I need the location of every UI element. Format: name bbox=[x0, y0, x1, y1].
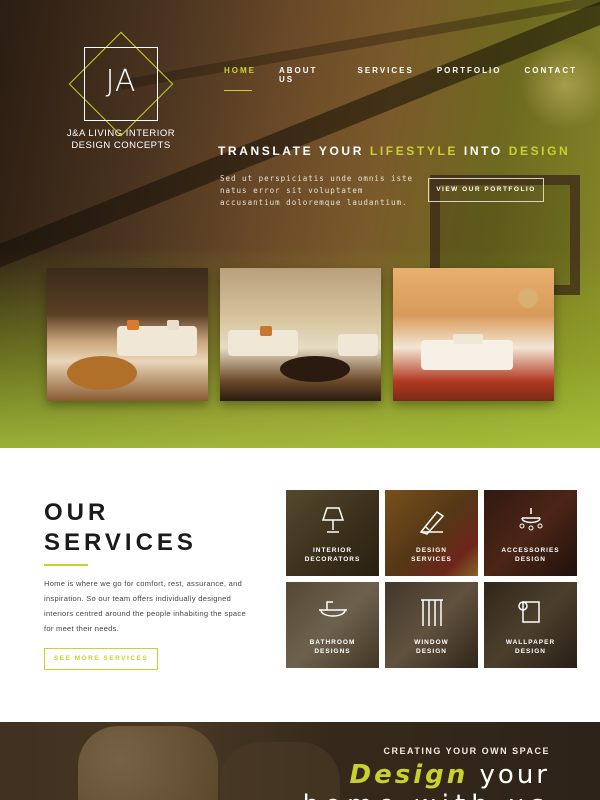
wall-mirror-shape bbox=[518, 288, 538, 308]
hero-section: JA J&A LIVING INTERIOR DESIGN CONCEPTS H… bbox=[0, 0, 600, 448]
pillow-shape bbox=[453, 334, 483, 344]
nav-contact[interactable]: CONTACT bbox=[524, 66, 577, 91]
service-tile-interior-decorators[interactable]: INTERIOR DECORATORS bbox=[286, 490, 379, 576]
view-portfolio-button[interactable]: VIEW OUR PORTFOLIO bbox=[428, 178, 544, 202]
bed-shape bbox=[421, 340, 513, 370]
sofa-shape bbox=[117, 326, 197, 356]
rug-shape bbox=[280, 356, 350, 382]
pillow-shape bbox=[167, 320, 179, 330]
tile-label: WALLPAPER DESIGN bbox=[484, 638, 577, 656]
design-banner: CREATING YOUR OWN SPACE Design your home… bbox=[0, 722, 600, 800]
services-title-line1: OUR bbox=[44, 499, 110, 526]
window-curtain-icon bbox=[385, 598, 478, 633]
service-tile-accessories-design[interactable]: ACCESSORIES DESIGN bbox=[484, 490, 577, 576]
tile-label-line2: DECORATORS bbox=[304, 556, 361, 563]
see-more-services-button[interactable]: SEE MORE SERVICES bbox=[44, 648, 158, 670]
banner-headline-highlight: Design bbox=[349, 760, 469, 790]
services-section: OUR SERVICES Home is where we go for com… bbox=[0, 448, 600, 722]
tile-label: BATHROOM DESIGNS bbox=[286, 638, 379, 656]
drafting-tools-icon bbox=[385, 506, 478, 541]
service-tile-bathroom-designs[interactable]: BATHROOM DESIGNS bbox=[286, 582, 379, 668]
lamp-icon bbox=[286, 506, 379, 539]
pillow-shape bbox=[127, 320, 139, 330]
services-title: OUR SERVICES bbox=[44, 498, 197, 558]
service-tile-window-design[interactable]: WINDOW DESIGN bbox=[385, 582, 478, 668]
tile-label-line1: WALLPAPER bbox=[505, 639, 556, 646]
logo-mark: JA bbox=[68, 31, 174, 137]
pillow-shape bbox=[260, 326, 272, 336]
tagline-highlight-design: DESIGN bbox=[508, 144, 571, 158]
nav-portfolio[interactable]: PORTFOLIO bbox=[437, 66, 502, 91]
tile-label: ACCESSORIES DESIGN bbox=[484, 546, 577, 564]
portfolio-thumb-lounge[interactable] bbox=[220, 268, 381, 401]
tile-label-line1: INTERIOR bbox=[312, 547, 353, 554]
logo-letters: JA bbox=[105, 64, 137, 99]
coffee-table-shape bbox=[67, 356, 137, 390]
tile-label-line1: ACCESSORIES bbox=[501, 547, 560, 554]
logo-name-line2: DESIGN CONCEPTS bbox=[71, 140, 171, 151]
services-description: Home is where we go for comfort, rest, a… bbox=[44, 579, 246, 633]
nav-home[interactable]: HOME bbox=[224, 66, 256, 91]
service-tile-wallpaper-design[interactable]: WALLPAPER DESIGN bbox=[484, 582, 577, 668]
tile-label: WINDOW DESIGN bbox=[385, 638, 478, 656]
tile-label-line1: WINDOW bbox=[414, 639, 449, 646]
portfolio-thumb-living-room[interactable] bbox=[47, 268, 208, 401]
tile-label-line2: DESIGNS bbox=[314, 648, 351, 655]
tile-label-line2: DESIGN bbox=[515, 556, 546, 563]
nav-about-us[interactable]: ABOUT US bbox=[279, 66, 335, 91]
banner-subtitle: CREATING YOUR OWN SPACE bbox=[383, 746, 550, 756]
title-accent-line bbox=[44, 564, 88, 566]
tile-label-line1: DESIGN bbox=[416, 547, 447, 554]
tagline-part1: TRANSLATE YOUR bbox=[218, 144, 370, 158]
chair-shape bbox=[338, 334, 378, 356]
services-title-line2: SERVICES bbox=[44, 529, 197, 556]
main-nav: HOME ABOUT US SERVICES PORTFOLIO CONTACT bbox=[224, 66, 600, 91]
chandelier-icon bbox=[484, 506, 577, 541]
nav-services[interactable]: SERVICES bbox=[358, 66, 414, 91]
hero-tagline: TRANSLATE YOUR LIFESTYLE INTO DESIGN bbox=[218, 144, 570, 158]
hero-description: Sed ut perspiciatis unde omnis iste natu… bbox=[220, 174, 414, 207]
tile-label-line2: DESIGN bbox=[515, 648, 546, 655]
tagline-highlight-lifestyle: LIFESTYLE bbox=[369, 144, 458, 158]
banner-headline-line2: home with us bbox=[303, 790, 550, 800]
tagline-part2: INTO bbox=[457, 144, 509, 158]
tile-label: INTERIOR DECORATORS bbox=[286, 546, 379, 564]
banner-headline: Design your bbox=[350, 760, 550, 790]
portfolio-thumb-bedroom[interactable] bbox=[393, 268, 554, 401]
tile-label: DESIGN SERVICES bbox=[385, 546, 478, 564]
bathtub-icon bbox=[286, 598, 379, 629]
tile-label-line1: BATHROOM bbox=[309, 639, 356, 646]
tile-label-line2: DESIGN bbox=[416, 648, 447, 655]
wallpaper-roll-icon bbox=[484, 598, 577, 631]
banner-headline-rest: your bbox=[468, 760, 550, 790]
service-tile-design-services[interactable]: DESIGN SERVICES bbox=[385, 490, 478, 576]
tile-label-line2: SERVICES bbox=[411, 556, 452, 563]
site-logo[interactable]: JA J&A LIVING INTERIOR DESIGN CONCEPTS bbox=[62, 31, 180, 152]
